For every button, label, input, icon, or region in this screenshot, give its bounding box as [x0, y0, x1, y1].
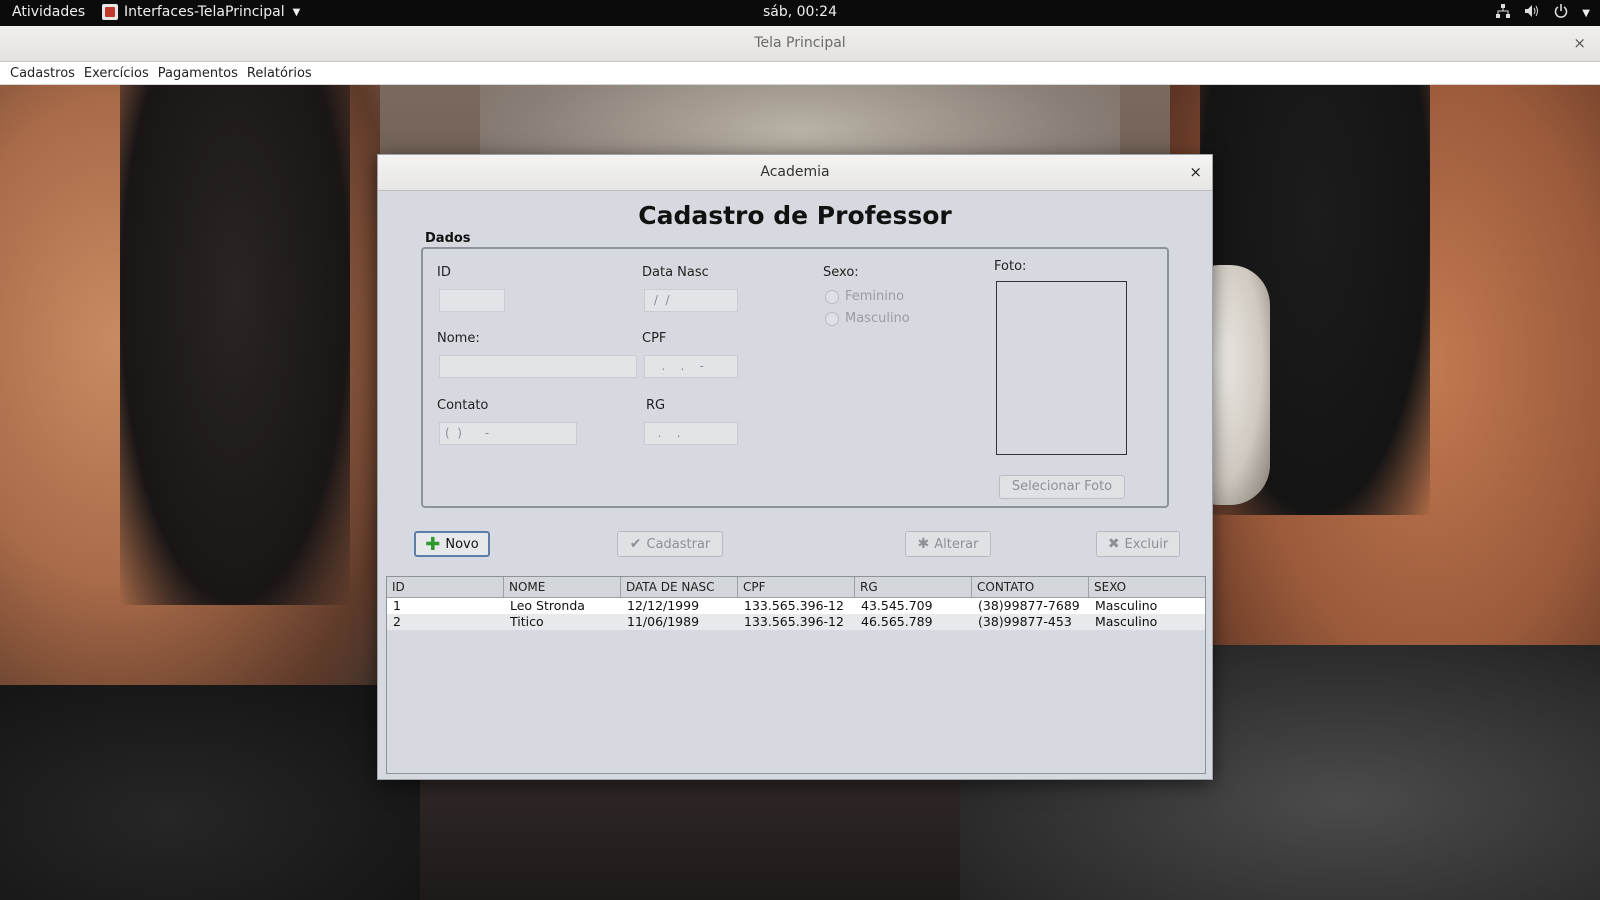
radio-masculino[interactable]: Masculino — [825, 311, 910, 326]
main-title-bar[interactable]: Tela Principal × — [0, 26, 1600, 62]
nome-label: Nome: — [437, 331, 480, 346]
contato-label: Contato — [437, 398, 489, 413]
data-nasc-field[interactable]: / / — [644, 289, 738, 312]
radio-feminino[interactable]: Feminino — [825, 289, 904, 304]
col-header-cpf[interactable]: CPF — [738, 577, 855, 597]
novo-button-label: Novo — [445, 536, 479, 552]
radio-masculino-label: Masculino — [845, 311, 910, 326]
cpf-label: CPF — [642, 331, 667, 346]
table-cell: 12/12/1999 — [627, 598, 700, 613]
dialog-title-bar[interactable]: Academia × — [378, 155, 1212, 191]
table-cell: Masculino — [1095, 614, 1158, 629]
main-window-title: Tela Principal — [754, 35, 846, 51]
contato-field[interactable]: ( ) - — [439, 422, 577, 445]
caret-down-icon[interactable]: ▼ — [1582, 8, 1590, 19]
cadastrar-button-label: Cadastrar — [646, 536, 711, 552]
radio-feminino-label: Feminino — [845, 289, 905, 304]
check-icon: ✔ — [629, 536, 642, 552]
col-header-id[interactable]: ID — [387, 577, 504, 597]
data-nasc-label: Data Nasc — [642, 265, 709, 280]
photo-preview — [996, 281, 1127, 455]
table-cell: 2 — [393, 614, 401, 629]
table-row[interactable]: 2 Titico 11/06/1989 133.565.396-12 46.56… — [387, 614, 1205, 630]
col-header-data-nasc[interactable]: DATA DE NASC — [621, 577, 738, 597]
system-top-bar: Atividades Interfaces-TelaPrincipal ▼ sá… — [0, 0, 1600, 26]
id-field[interactable] — [439, 289, 505, 312]
table-cell: Leo Stronda — [510, 598, 585, 613]
alterar-button-label: Alterar — [934, 536, 979, 552]
foto-label: Foto: — [994, 259, 1027, 274]
excluir-button-label: Excluir — [1124, 536, 1169, 552]
table-cell: 43.545.709 — [861, 598, 933, 613]
close-icon[interactable]: × — [1189, 163, 1202, 181]
dados-group-label: Dados — [423, 231, 473, 246]
table-cell: (38)99877-7689 — [978, 598, 1080, 613]
cadastrar-button[interactable]: ✔ Cadastrar — [617, 531, 723, 557]
table-cell: 1 — [393, 598, 401, 613]
volume-icon[interactable] — [1524, 4, 1540, 22]
close-icon[interactable]: × — [1573, 34, 1586, 52]
rg-field[interactable]: . . — [644, 422, 738, 445]
select-photo-button[interactable]: Selecionar Foto — [999, 475, 1125, 499]
clock[interactable]: sáb, 00:24 — [0, 4, 1600, 20]
dialog-title: Academia — [760, 164, 830, 180]
table-row[interactable]: 1 Leo Stronda 12/12/1999 133.565.396-12 … — [387, 598, 1205, 614]
table-cell: Titico — [510, 614, 544, 629]
nome-field[interactable] — [439, 355, 637, 378]
col-header-nome[interactable]: NOME — [504, 577, 621, 597]
table-header: ID NOME DATA DE NASC CPF RG CONTATO SEXO — [387, 577, 1205, 598]
table-cell: 11/06/1989 — [627, 614, 700, 629]
alterar-button[interactable]: ✱ Alterar — [905, 531, 991, 557]
novo-button[interactable]: ✚ Novo — [414, 531, 490, 557]
col-header-sexo[interactable]: SEXO — [1089, 577, 1205, 597]
network-icon[interactable] — [1496, 4, 1511, 22]
cpf-field[interactable]: . . - — [644, 355, 738, 378]
table-cell: (38)99877-453 — [978, 614, 1072, 629]
professor-table[interactable]: ID NOME DATA DE NASC CPF RG CONTATO SEXO… — [386, 576, 1206, 774]
bg-top-left — [120, 85, 350, 605]
table-cell: 133.565.396-12 — [744, 614, 844, 629]
cadastro-professor-dialog: Academia × Cadastro de Professor ID Data… — [377, 154, 1213, 780]
wrench-icon: ✱ — [917, 536, 930, 552]
excluir-button[interactable]: ✖ Excluir — [1096, 531, 1180, 557]
id-label: ID — [437, 265, 451, 280]
table-cell: 133.565.396-12 — [744, 598, 844, 613]
table-cell: Masculino — [1095, 598, 1158, 613]
radio-circle-icon[interactable] — [825, 289, 839, 304]
rg-label: RG — [646, 398, 666, 413]
system-tray[interactable]: ▼ — [1496, 4, 1590, 22]
menu-bar: Cadastros Exercícios Pagamentos Relatóri… — [0, 62, 1600, 85]
menu-relatorios[interactable]: Relatórios — [243, 66, 316, 81]
sexo-label: Sexo: — [823, 265, 859, 280]
x-icon: ✖ — [1107, 536, 1120, 552]
menu-pagamentos[interactable]: Pagamentos — [154, 66, 242, 81]
radio-circle-icon[interactable] — [825, 311, 839, 326]
table-cell: 46.565.789 — [861, 614, 933, 629]
power-icon[interactable] — [1554, 4, 1568, 22]
col-header-contato[interactable]: CONTATO — [972, 577, 1089, 597]
menu-cadastros[interactable]: Cadastros — [6, 66, 79, 81]
plus-icon: ✚ — [425, 533, 441, 555]
menu-exercicios[interactable]: Exercícios — [80, 66, 153, 81]
bg-shorts-left — [0, 685, 420, 900]
page-title: Cadastro de Professor — [638, 201, 952, 230]
col-header-rg[interactable]: RG — [855, 577, 972, 597]
